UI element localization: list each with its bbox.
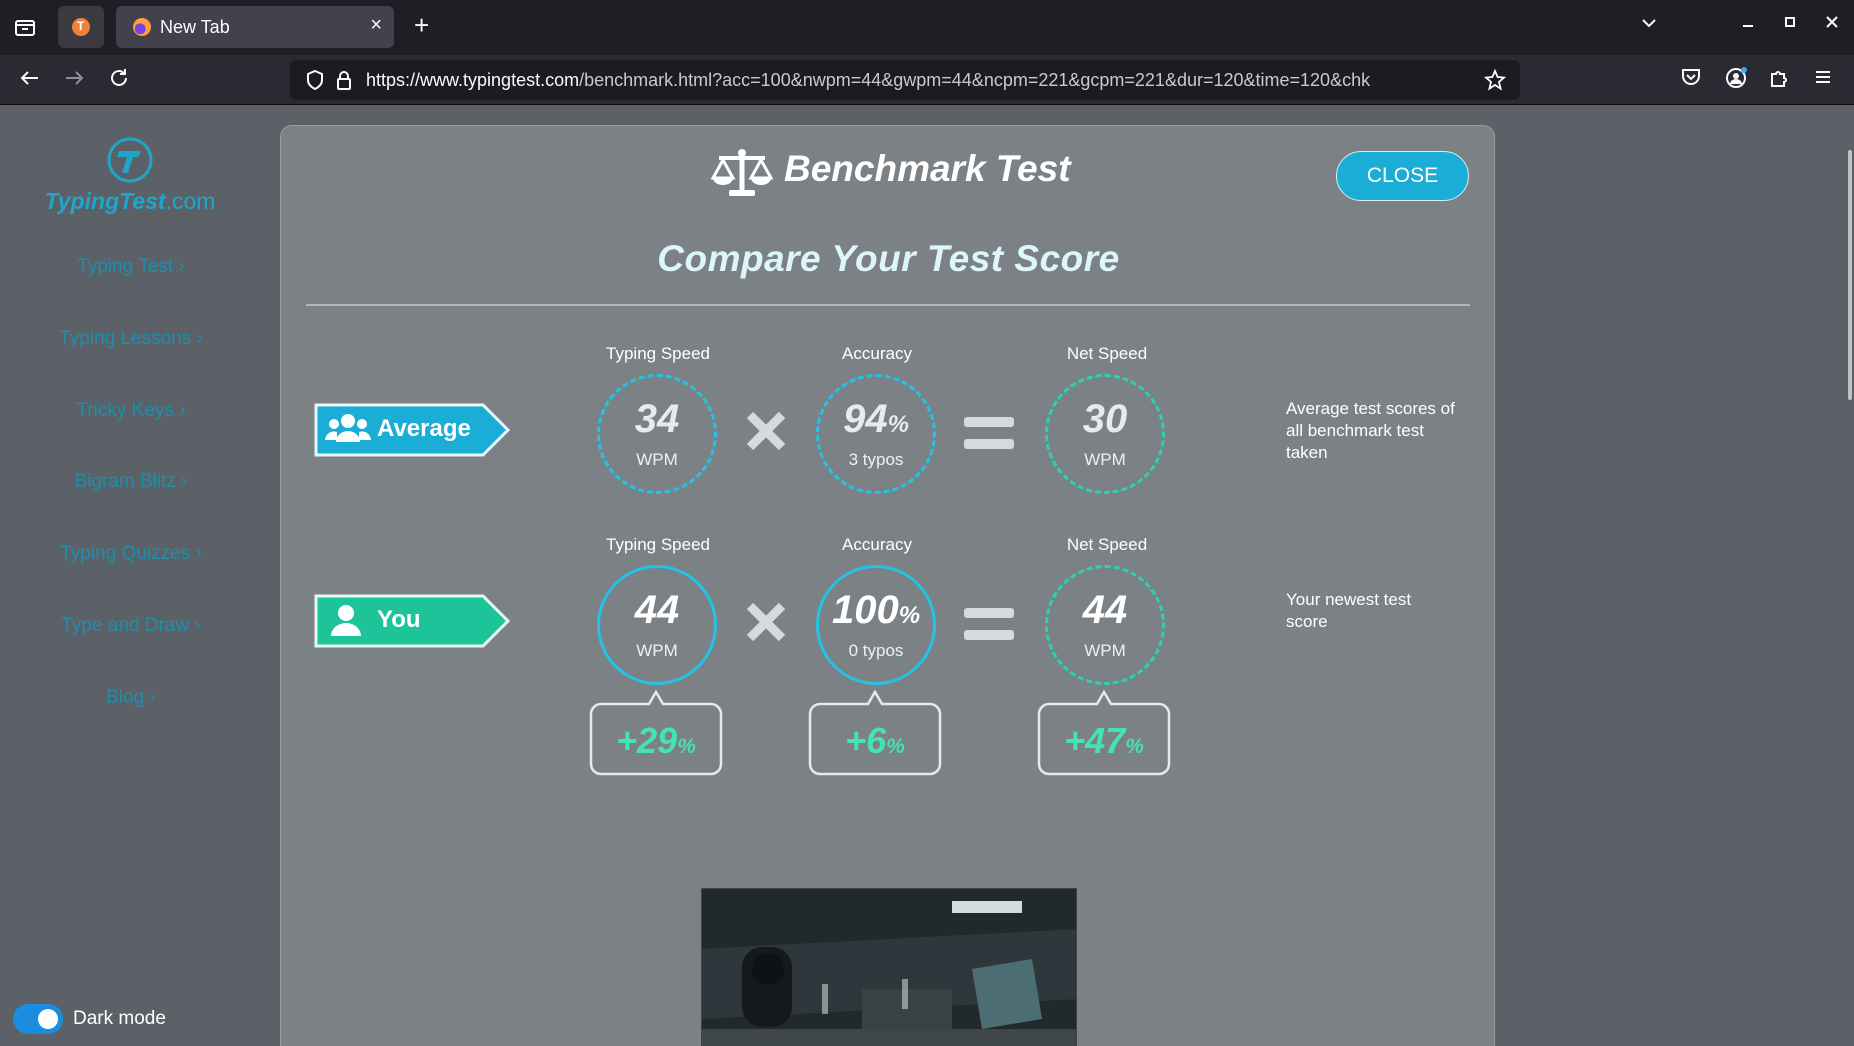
typing-speed-diff-value: +29%: [616, 720, 696, 761]
maximize-icon[interactable]: [1782, 14, 1798, 35]
label-typing-speed-average: Typing Speed: [606, 344, 710, 363]
users-icon: [325, 412, 371, 449]
page-subtitle: Compare Your Test Score: [657, 238, 1120, 279]
dark-mode-toggle[interactable]: [13, 1004, 63, 1034]
close-tab-icon[interactable]: ×: [370, 14, 382, 37]
user-icon: [329, 603, 363, 642]
chevron-down-icon[interactable]: [1640, 14, 1658, 37]
sidebar-item-typing-test[interactable]: Typing Test ›: [0, 256, 262, 278]
average-tag: Average: [313, 402, 513, 457]
firefox-icon: [133, 18, 151, 36]
pinned-tab-typingtest[interactable]: [58, 6, 104, 48]
url-text: https://www.typingtest.com/benchmark.htm…: [366, 70, 1371, 90]
forward-icon[interactable]: [62, 66, 86, 95]
average-tag-label: Average: [377, 415, 471, 442]
divider: [306, 304, 1470, 306]
tab-title: New Tab: [160, 17, 230, 37]
video-thumbnail[interactable]: [701, 888, 1077, 1046]
multiply-icon: [744, 600, 788, 649]
average-accuracy-ring: 94% 3 typos: [816, 374, 936, 494]
net-speed-diff-bubble: +47%: [1037, 689, 1171, 776]
balance-scale-icon: [710, 146, 774, 205]
you-typing-speed-ring: 44 WPM: [597, 565, 717, 685]
label-accuracy-you: Accuracy: [842, 535, 912, 554]
close-button[interactable]: CLOSE: [1336, 151, 1469, 201]
dark-mode-label: Dark mode: [73, 1008, 166, 1029]
average-typing-speed-ring: 34 WPM: [597, 374, 717, 494]
modal-title: Benchmark Test: [784, 148, 1071, 189]
average-typing-speed-value: 34: [634, 397, 680, 441]
you-tag-label: You: [377, 606, 421, 633]
average-accuracy-value: 94%: [843, 397, 909, 441]
you-tag: You: [313, 593, 513, 648]
sidebar-item-typing-lessons[interactable]: Typing Lessons ›: [0, 328, 262, 350]
average-net-speed-unit: WPM: [1084, 450, 1126, 469]
accuracy-diff-value: +6%: [845, 720, 905, 761]
net-speed-diff-value: +47%: [1064, 720, 1144, 761]
sidebar: TypingTest.com Typing Test › Typing Less…: [0, 106, 262, 1046]
accuracy-diff-bubble: +6%: [808, 689, 942, 776]
shield-icon[interactable]: [305, 69, 325, 96]
reload-icon[interactable]: [107, 66, 131, 95]
browser-tab-bar: New Tab × +: [0, 0, 1854, 55]
average-accuracy-typos: 3 typos: [848, 450, 904, 469]
lock-icon[interactable]: [334, 69, 354, 96]
account-icon[interactable]: [1724, 66, 1748, 95]
site-logo[interactable]: TypingTest.com: [40, 136, 220, 215]
logo-text: TypingTest.com: [44, 188, 216, 214]
you-net-speed-ring: 44 WPM: [1045, 565, 1165, 685]
url-bar[interactable]: https://www.typingtest.com/benchmark.htm…: [290, 60, 1520, 100]
page-scrollbar[interactable]: [1848, 150, 1852, 400]
typing-speed-diff-bubble: +29%: [589, 689, 723, 776]
new-tab-icon[interactable]: +: [414, 10, 429, 41]
sidebar-item-bigram-blitz[interactable]: Bigram Blitz ›: [0, 471, 262, 493]
label-accuracy-average: Accuracy: [842, 344, 912, 363]
you-net-speed-unit: WPM: [1084, 641, 1126, 660]
menu-icon[interactable]: [1812, 66, 1834, 93]
sidebar-item-tricky-keys[interactable]: Tricky Keys ›: [0, 400, 262, 422]
browser-nav-bar: https://www.typingtest.com/benchmark.htm…: [0, 55, 1854, 105]
multiply-icon: [744, 409, 788, 458]
bookmark-star-icon[interactable]: [1483, 68, 1507, 96]
sidebar-item-type-and-draw[interactable]: Type and Draw ›: [0, 615, 262, 637]
you-typing-speed-value: 44: [634, 588, 680, 632]
minimize-icon[interactable]: [1740, 14, 1756, 35]
equals-icon: [962, 413, 1016, 458]
average-net-speed-ring: 30 WPM: [1045, 374, 1165, 494]
average-typing-speed-unit: WPM: [636, 450, 678, 469]
extensions-icon[interactable]: [1768, 66, 1790, 93]
sidebar-item-typing-quizzes[interactable]: Typing Quizzes ›: [0, 543, 262, 565]
you-accuracy-ring: 100% 0 typos: [816, 565, 936, 685]
you-typing-speed-unit: WPM: [636, 641, 678, 660]
sidebar-item-blog[interactable]: Blog ›: [0, 687, 262, 709]
label-typing-speed-you: Typing Speed: [606, 535, 710, 554]
you-net-speed-value: 44: [1082, 588, 1128, 632]
pocket-icon[interactable]: [1680, 66, 1702, 93]
benchmark-modal: Benchmark Test CLOSE Compare Your Test S…: [280, 125, 1495, 1046]
close-window-icon[interactable]: [1824, 14, 1840, 35]
tab-new-tab[interactable]: New Tab ×: [116, 6, 394, 48]
label-net-speed-average: Net Speed: [1066, 344, 1148, 363]
average-net-speed-value: 30: [1082, 397, 1128, 441]
equals-icon: [962, 604, 1016, 649]
you-description: Your newest test score: [1286, 590, 1412, 631]
you-accuracy-typos: 0 typos: [848, 641, 904, 660]
typingtest-logo-icon: [106, 136, 154, 184]
label-net-speed-you: Net Speed: [1066, 535, 1148, 554]
tab-list-icon[interactable]: [12, 14, 38, 40]
typingtest-favicon-icon: [72, 18, 90, 36]
you-accuracy-value: 100%: [831, 588, 921, 632]
back-icon[interactable]: [18, 66, 42, 95]
average-description: Average test scores of all benchmark tes…: [1286, 399, 1455, 462]
